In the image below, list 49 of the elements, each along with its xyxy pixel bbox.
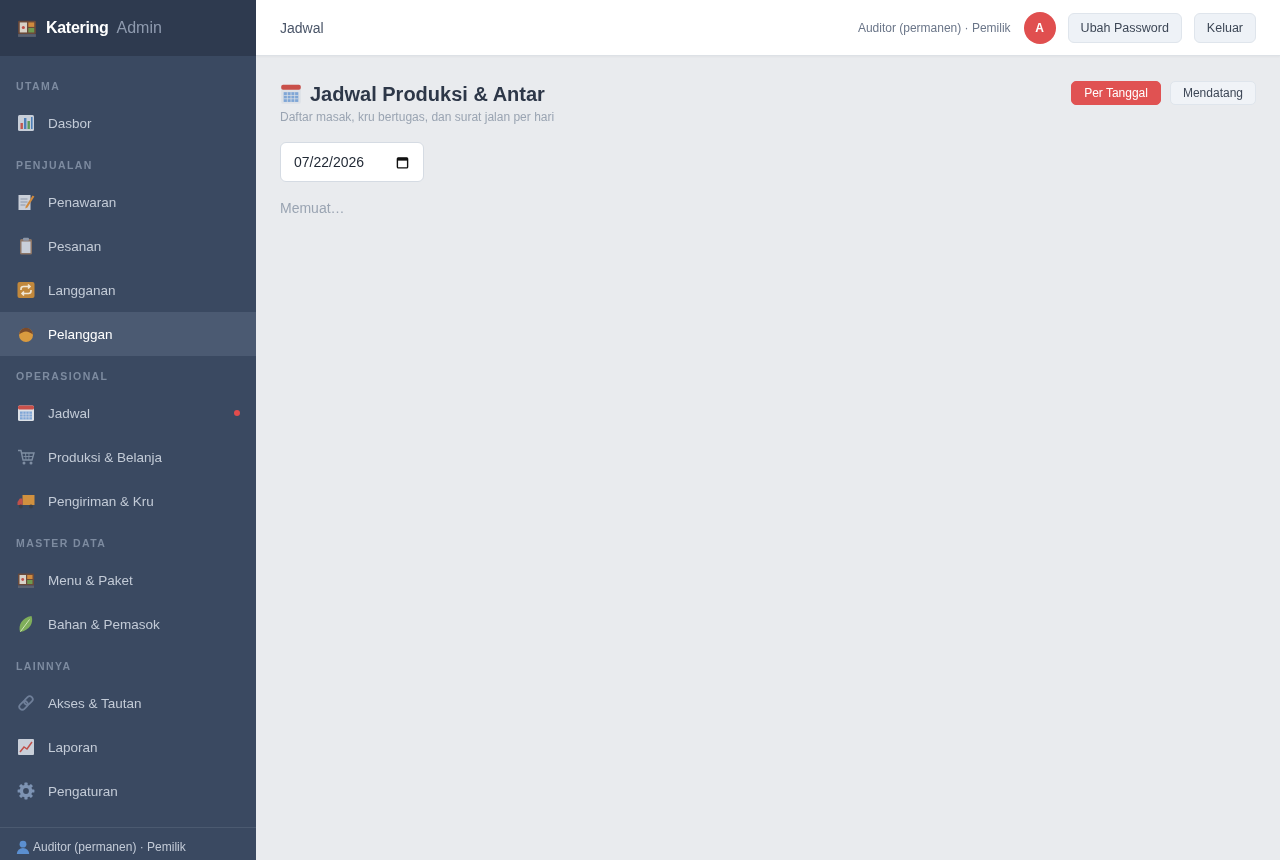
sidebar-item[interactable]: Langganan	[0, 268, 256, 312]
view-tab[interactable]: Mendatang	[1169, 81, 1256, 105]
change-password-button[interactable]: Ubah Password	[1067, 12, 1182, 43]
memo-pencil-icon	[17, 193, 35, 211]
bento-box-icon	[17, 18, 37, 38]
bento-box-icon	[17, 571, 35, 589]
sidebar-item[interactable]: Jadwal	[0, 391, 256, 435]
sidebar-item[interactable]: Akses & Tautan	[0, 681, 256, 725]
sidebar-item[interactable]: Pelanggan	[0, 312, 256, 356]
loading-text: Memuat…	[280, 200, 345, 216]
section-label: LAINNYA	[15, 659, 73, 674]
line-chart-icon	[17, 738, 35, 756]
user-role-text: Auditor (permanen) · Pemilik	[857, 20, 1011, 35]
sidebar-item[interactable]: Pesanan	[0, 224, 256, 268]
clipboard-icon	[17, 237, 35, 255]
page-breadcrumb: Jadwal	[280, 19, 324, 36]
cart-icon	[17, 448, 35, 466]
page-subtitle: Daftar masak, kru bertugas, dan surat jalan per hari	[280, 110, 555, 125]
brand-suffix: Admin	[116, 19, 162, 37]
sidebar-item[interactable]: Bahan & Pemasok	[0, 602, 256, 646]
sidebar-item[interactable]: Dasbor	[0, 101, 256, 145]
user-icon	[16, 840, 30, 854]
user-role-text: Auditor (permanen) · Pemilik	[33, 839, 186, 855]
sidebar-item[interactable]: Produksi & Belanja	[0, 435, 256, 479]
section-label: PENJUALAN	[15, 158, 94, 173]
section-label: UTAMA	[15, 79, 62, 94]
section-label: OPERASIONAL	[15, 369, 110, 384]
calendar-icon	[396, 155, 409, 169]
sidebar-item[interactable]: Penawaran	[0, 180, 256, 224]
view-tab[interactable]: Per Tanggal	[1071, 81, 1161, 105]
date-field[interactable]: 07/22/2026	[280, 142, 424, 182]
sidebar-item[interactable]: Pengiriman & Kru	[0, 479, 256, 523]
calendar-icon	[280, 83, 302, 105]
page-title: Jadwal Produksi & Antar	[310, 82, 545, 107]
logout-button[interactable]: Keluar	[1193, 12, 1256, 43]
settings-icon	[17, 782, 35, 800]
sidebar-item[interactable]: Menu & Paket	[0, 558, 256, 602]
repeat-icon	[17, 281, 35, 299]
avatar: A	[1023, 11, 1056, 44]
sidebar-item[interactable]: Laporan	[0, 725, 256, 769]
leaf-icon	[17, 615, 35, 633]
sidebar-item[interactable]: Pengaturan	[0, 769, 256, 813]
person-icon	[17, 325, 35, 343]
bar-chart-icon	[17, 114, 35, 132]
calendar-icon	[17, 404, 35, 422]
brand-name: Katering	[46, 19, 109, 37]
link-icon	[17, 694, 35, 712]
truck-icon	[17, 492, 35, 510]
section-label: MASTER DATA	[15, 536, 108, 551]
